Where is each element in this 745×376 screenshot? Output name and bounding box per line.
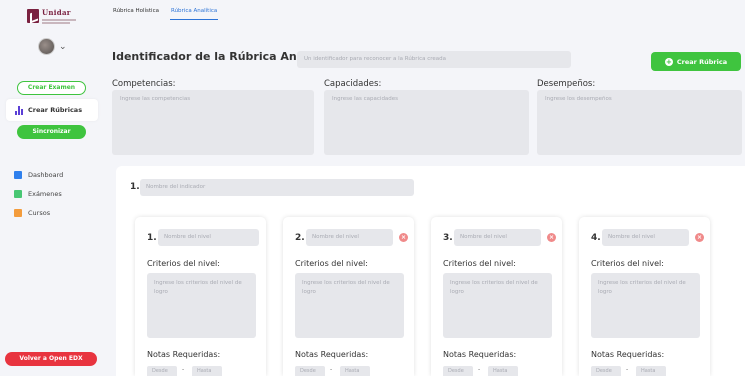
- criteria-textarea[interactable]: Ingrese los criterios del nivel de logro: [443, 273, 552, 338]
- volver-open-edx-button[interactable]: Volver a Open EDX: [5, 352, 97, 366]
- criteria-textarea[interactable]: Ingrese los criterios del nivel de logro: [295, 273, 404, 338]
- app-logo[interactable]: Unidar: [27, 6, 79, 26]
- competencias-textarea[interactable]: Ingrese las competencias: [112, 90, 314, 155]
- level-name-input[interactable]: Nombre del nivel: [306, 229, 393, 246]
- hasta-input[interactable]: Hasta: [636, 366, 666, 376]
- course-icon: [14, 209, 22, 217]
- capacidades-label: Capacidades:: [324, 79, 382, 89]
- crear-rubrica-label: Crear Rúbrica: [676, 57, 728, 66]
- capacidades-textarea[interactable]: Ingrese las capacidades: [324, 90, 529, 155]
- chevron-down-icon: ⌄: [59, 41, 67, 52]
- logo-mark-icon: [27, 9, 39, 23]
- plus-circle-icon: +: [664, 57, 673, 66]
- hasta-input[interactable]: Hasta: [192, 366, 222, 376]
- user-menu[interactable]: ⌄: [38, 38, 67, 55]
- sidebar-item-label: Cursos: [28, 209, 51, 217]
- criteria-label: Criterios del nivel:: [147, 259, 220, 268]
- competencias-label: Competencias:: [112, 79, 176, 89]
- sincronizar-button[interactable]: Sincronizar: [17, 125, 86, 139]
- exam-icon: [14, 190, 22, 198]
- level-number: 3.: [443, 233, 453, 243]
- level-number: 1.: [147, 233, 157, 243]
- sidebar-item-cursos[interactable]: Cursos: [14, 209, 50, 217]
- level-card: 4. Nombre del nivel × Criterios del nive…: [579, 217, 710, 376]
- criteria-textarea[interactable]: Ingrese los criterios del nivel de logro: [591, 273, 700, 338]
- logo-text: Unidar: [42, 8, 71, 17]
- desde-input[interactable]: Desde: [295, 366, 325, 376]
- hasta-input[interactable]: Hasta: [340, 366, 370, 376]
- avatar: [38, 38, 55, 55]
- identificador-input[interactable]: Un identificador para reconocer a la Rúb…: [297, 51, 571, 68]
- sidebar-item-label: Dashboard: [28, 171, 64, 179]
- dashboard-icon: [14, 171, 22, 179]
- level-card: 3. Nombre del nivel × Criterios del nive…: [431, 217, 562, 376]
- crear-examen-button[interactable]: Crear Examen: [17, 81, 86, 95]
- level-card: 1. Nombre del nivel Criterios del nivel:…: [135, 217, 266, 376]
- criteria-label: Criterios del nivel:: [295, 259, 368, 268]
- range-dash: -: [626, 366, 629, 373]
- criteria-label: Criterios del nivel:: [591, 259, 664, 268]
- criteria-label: Criterios del nivel:: [443, 259, 516, 268]
- desempenos-textarea[interactable]: Ingrese los desempeños: [537, 90, 742, 155]
- level-name-input[interactable]: Nombre del nivel: [602, 229, 689, 246]
- tab-rubrica-holistica[interactable]: Rúbrica Holística: [112, 8, 160, 20]
- range-dash: -: [330, 366, 333, 373]
- notas-label: Notas Requeridas:: [443, 350, 517, 359]
- notas-label: Notas Requeridas:: [147, 350, 221, 359]
- notas-label: Notas Requeridas:: [295, 350, 369, 359]
- sidebar-item-label: Crear Rúbricas: [28, 106, 83, 114]
- crear-rubrica-button[interactable]: + Crear Rúbrica: [651, 52, 741, 71]
- delete-level-icon[interactable]: ×: [695, 233, 704, 242]
- sidebar: Unidar ⌄ Crear Examen Crear Rúbricas Sin…: [0, 0, 102, 376]
- indicator-name-input[interactable]: Nombre del indicador: [140, 179, 414, 196]
- sidebar-item-crear-rubricas[interactable]: Crear Rúbricas: [6, 99, 98, 121]
- level-card: 2. Nombre del nivel × Criterios del nive…: [283, 217, 414, 376]
- delete-level-icon[interactable]: ×: [547, 233, 556, 242]
- level-name-input[interactable]: Nombre del nivel: [158, 229, 259, 246]
- sidebar-item-label: Exámenes: [28, 190, 62, 198]
- desempenos-label: Desempeños:: [537, 79, 596, 89]
- bar-chart-icon: [15, 105, 23, 115]
- level-number: 2.: [295, 233, 305, 243]
- sidebar-item-dashboard[interactable]: Dashboard: [14, 171, 63, 179]
- desde-input[interactable]: Desde: [147, 366, 177, 376]
- tab-rubrica-analitica[interactable]: Rúbrica Analítica: [170, 8, 219, 20]
- rubric-tabs: Rúbrica Holística Rúbrica Analítica: [112, 8, 219, 20]
- level-name-input[interactable]: Nombre del nivel: [454, 229, 541, 246]
- delete-level-icon[interactable]: ×: [399, 233, 408, 242]
- criteria-textarea[interactable]: Ingrese los criterios del nivel de logro: [147, 273, 256, 338]
- hasta-input[interactable]: Hasta: [488, 366, 518, 376]
- range-dash: -: [478, 366, 481, 373]
- sidebar-item-examenes[interactable]: Exámenes: [14, 190, 62, 198]
- level-number: 4.: [591, 233, 601, 243]
- desde-input[interactable]: Desde: [591, 366, 621, 376]
- indicator-number: 1.: [130, 182, 140, 192]
- range-dash: -: [182, 366, 185, 373]
- desde-input[interactable]: Desde: [443, 366, 473, 376]
- notas-label: Notas Requeridas:: [591, 350, 665, 359]
